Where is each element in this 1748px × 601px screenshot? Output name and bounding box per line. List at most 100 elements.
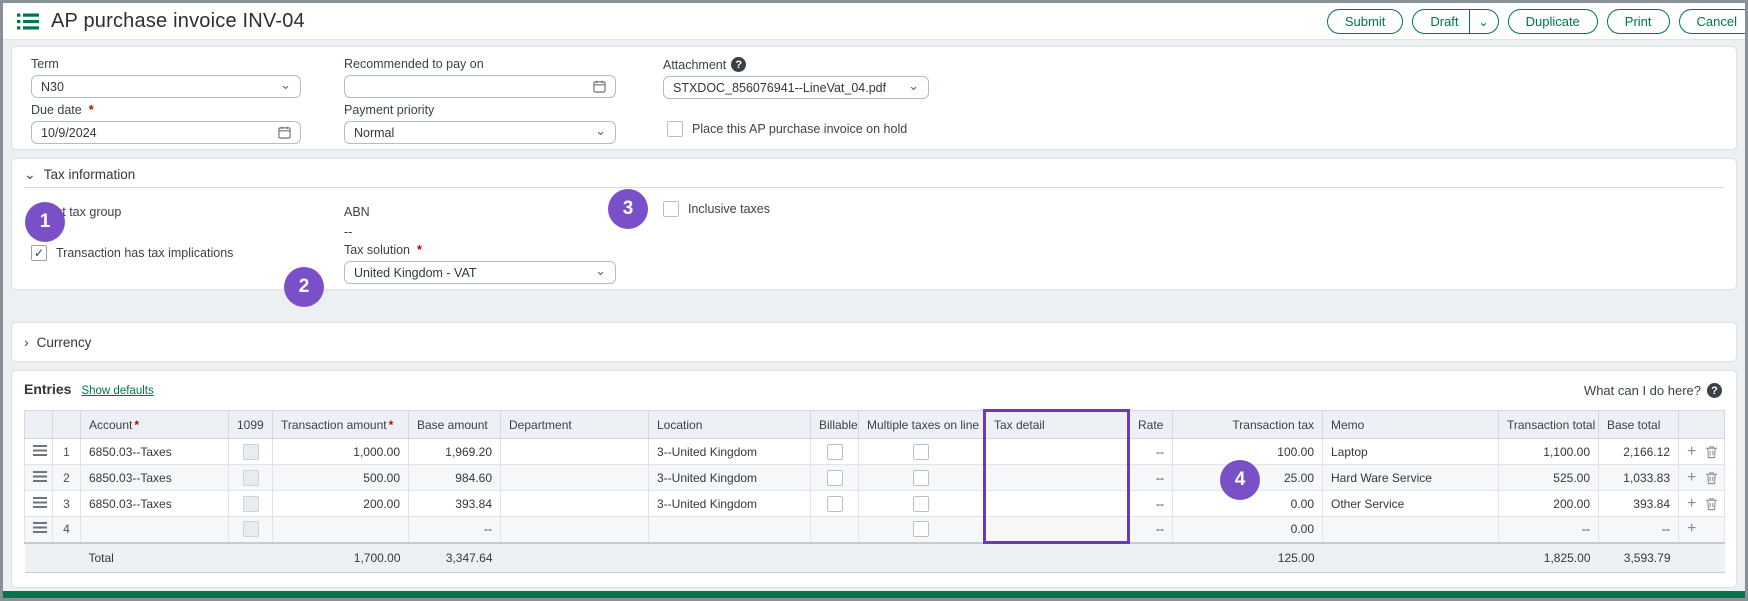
location-cell[interactable]: 3--United Kingdom: [649, 465, 811, 491]
chevron-down-icon: ⌄: [24, 166, 36, 183]
multiple-taxes-checkbox[interactable]: [913, 521, 929, 537]
location-cell[interactable]: 3--United Kingdom: [649, 491, 811, 517]
transaction-total-cell: 525.00: [1499, 465, 1599, 491]
term-label: Term: [31, 57, 301, 71]
payment-priority-select[interactable]: Normal ⌄: [344, 121, 616, 144]
memo-cell[interactable]: Other Service: [1323, 491, 1499, 517]
total-label: Total: [81, 543, 229, 573]
billable-cell: [811, 491, 859, 517]
row-number: 2: [53, 465, 81, 491]
drag-handle-icon[interactable]: [33, 522, 47, 533]
1099-cell: [229, 439, 273, 465]
billable-checkbox[interactable]: [827, 496, 843, 512]
col-rate: Rate: [1129, 411, 1173, 439]
account-cell[interactable]: 6850.03--Taxes: [81, 491, 229, 517]
memo-cell[interactable]: Laptop: [1323, 439, 1499, 465]
due-date-input[interactable]: 10/9/2024: [31, 121, 301, 144]
draft-button[interactable]: Draft⌄: [1412, 9, 1498, 34]
table-row: 3 6850.03--Taxes 200.00 393.84 3--United…: [25, 491, 1725, 517]
callout-badge-2: 2: [284, 267, 324, 307]
term-select[interactable]: N30 ⌄: [31, 75, 301, 98]
department-cell[interactable]: [501, 439, 649, 465]
drag-cell[interactable]: [25, 439, 53, 465]
tax-detail-cell[interactable]: [985, 465, 1129, 491]
calendar-icon[interactable]: [278, 126, 291, 139]
tax-detail-cell[interactable]: [985, 439, 1129, 465]
add-row-icon[interactable]: +: [1687, 472, 1696, 484]
memo-cell[interactable]: Hard Ware Service: [1323, 465, 1499, 491]
due-date-value: 10/9/2024: [41, 126, 97, 140]
memo-cell[interactable]: [1323, 517, 1499, 543]
actions-cell: +: [1679, 439, 1725, 465]
col-base-amount: Base amount: [409, 411, 501, 439]
drag-handle-icon[interactable]: [33, 471, 47, 482]
delete-row-icon[interactable]: [1705, 497, 1718, 511]
help-link[interactable]: What can I do here?: [1584, 383, 1701, 398]
drag-cell[interactable]: [25, 491, 53, 517]
drag-handle-icon[interactable]: [33, 497, 47, 508]
draft-dropdown-chevron-icon[interactable]: ⌄: [1469, 10, 1498, 33]
inclusive-taxes-checkbox[interactable]: [663, 201, 679, 217]
drag-cell[interactable]: [25, 465, 53, 491]
help-icon[interactable]: ?: [1707, 383, 1722, 398]
hold-checkbox[interactable]: [667, 121, 683, 137]
tax-detail-cell[interactable]: [985, 517, 1129, 543]
cancel-button[interactable]: Cancel: [1679, 9, 1748, 34]
1099-cell: [229, 465, 273, 491]
tax-information-section-toggle[interactable]: ⌄ Tax information: [24, 166, 135, 183]
attachment-select[interactable]: STXDOC_856076941--LineVat_04.pdf ⌄: [663, 76, 929, 99]
1099-checkbox: [243, 496, 259, 512]
recommended-to-pay-on-input[interactable]: [344, 75, 616, 98]
billable-checkbox[interactable]: [827, 444, 843, 460]
required-asterisk: *: [134, 418, 139, 432]
col-department: Department: [501, 411, 649, 439]
col-transaction-tax: Transaction tax: [1173, 411, 1323, 439]
abn-label: ABN: [344, 205, 370, 219]
add-row-icon[interactable]: +: [1687, 446, 1696, 458]
tax-implications-checkbox[interactable]: ✓: [31, 245, 47, 261]
duplicate-button[interactable]: Duplicate: [1508, 9, 1598, 34]
print-button[interactable]: Print: [1607, 9, 1670, 34]
callout-badge-4: 4: [1220, 460, 1260, 500]
base-total-cell: 2,166.12: [1599, 439, 1679, 465]
rate-cell: --: [1129, 517, 1173, 543]
tax-solution-select[interactable]: United Kingdom - VAT ⌄: [344, 261, 616, 284]
department-cell[interactable]: [501, 517, 649, 543]
actions-cell: +: [1679, 465, 1725, 491]
submit-button[interactable]: Submit: [1327, 9, 1403, 34]
tax-detail-cell[interactable]: [985, 491, 1129, 517]
multiple-taxes-checkbox[interactable]: [913, 470, 929, 486]
account-cell[interactable]: 6850.03--Taxes: [81, 465, 229, 491]
location-cell[interactable]: 3--United Kingdom: [649, 439, 811, 465]
entries-table: Account* 1099 Transaction amount* Base a…: [24, 409, 1725, 573]
col-location: Location: [649, 411, 811, 439]
required-asterisk: *: [417, 243, 422, 257]
base-amount-cell: --: [409, 517, 501, 543]
billable-checkbox[interactable]: [827, 470, 843, 486]
transaction-amount-cell[interactable]: 200.00: [273, 491, 409, 517]
multiple-taxes-checkbox[interactable]: [913, 496, 929, 512]
department-cell[interactable]: [501, 465, 649, 491]
menu-icon[interactable]: [17, 13, 39, 30]
calendar-icon[interactable]: [593, 80, 606, 93]
1099-cell: [229, 491, 273, 517]
transaction-amount-cell[interactable]: [273, 517, 409, 543]
department-cell[interactable]: [501, 491, 649, 517]
delete-row-icon[interactable]: [1705, 445, 1718, 459]
account-cell[interactable]: 6850.03--Taxes: [81, 439, 229, 465]
add-row-icon[interactable]: +: [1687, 523, 1696, 535]
currency-section-toggle[interactable]: › Currency: [24, 334, 91, 350]
transaction-amount-cell[interactable]: 500.00: [273, 465, 409, 491]
location-cell[interactable]: [649, 517, 811, 543]
transaction-tax-cell[interactable]: 0.00: [1173, 517, 1323, 543]
add-row-icon[interactable]: +: [1687, 498, 1696, 510]
account-cell[interactable]: [81, 517, 229, 543]
drag-handle-icon[interactable]: [33, 445, 47, 456]
billable-cell: [811, 517, 859, 543]
drag-cell[interactable]: [25, 517, 53, 543]
delete-row-icon[interactable]: [1705, 471, 1718, 485]
help-icon[interactable]: ?: [731, 57, 746, 72]
show-defaults-link[interactable]: Show defaults: [81, 385, 153, 397]
transaction-amount-cell[interactable]: 1,000.00: [273, 439, 409, 465]
multiple-taxes-checkbox[interactable]: [913, 444, 929, 460]
